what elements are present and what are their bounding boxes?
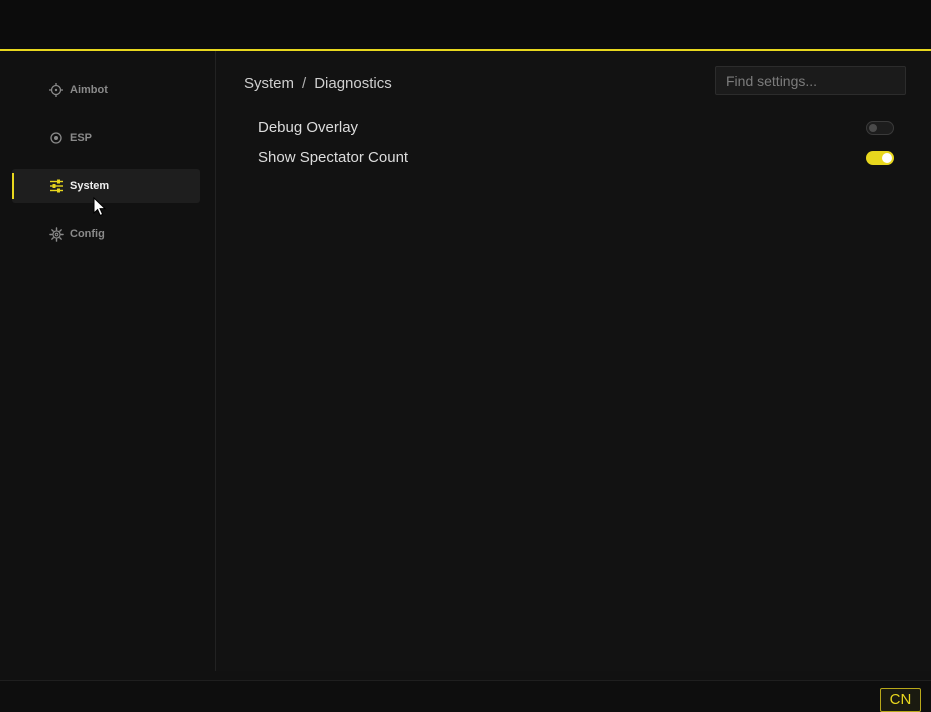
setting-label: Show Spectator Count [258, 149, 409, 166]
sidebar-item-aimbot[interactable]: Aimbot [12, 73, 200, 107]
app-window: Aimbot ESP System Config System / Diagno… [0, 0, 931, 712]
active-indicator [12, 173, 14, 199]
show-spectator-count-toggle[interactable] [866, 151, 894, 165]
toggle-knob [869, 124, 877, 132]
top-bar [0, 0, 931, 49]
gear-icon [48, 226, 64, 242]
toggle-knob [882, 153, 892, 163]
language-button[interactable]: CN [880, 688, 921, 712]
breadcrumb-separator: / [302, 75, 307, 92]
sidebar-item-label: Aimbot [70, 84, 108, 96]
crosshair-icon [48, 82, 64, 98]
sidebar: Aimbot ESP System Config [0, 51, 215, 671]
sidebar-item-label: Config [70, 228, 105, 240]
sliders-icon [48, 178, 64, 194]
sidebar-item-config[interactable]: Config [12, 217, 200, 251]
breadcrumb: System / Diagnostics [244, 75, 392, 93]
breadcrumb-current: Diagnostics [314, 75, 392, 92]
search-input[interactable] [715, 66, 906, 95]
target-icon [48, 130, 64, 146]
setting-row-debug-overlay: Debug Overlay [258, 116, 898, 140]
setting-row-show-spectator-count: Show Spectator Count [258, 146, 898, 170]
sidebar-item-system[interactable]: System [12, 169, 200, 203]
breadcrumb-parent[interactable]: System [244, 75, 294, 92]
sidebar-item-label: ESP [70, 132, 93, 144]
bottom-bar [0, 680, 931, 712]
main-panel: System / Diagnostics Debug Overlay Show Sp… [216, 51, 931, 671]
sidebar-item-esp[interactable]: ESP [12, 121, 200, 155]
debug-overlay-toggle[interactable] [866, 121, 894, 135]
setting-label: Debug Overlay [258, 119, 359, 136]
sidebar-item-label: System [70, 180, 110, 192]
